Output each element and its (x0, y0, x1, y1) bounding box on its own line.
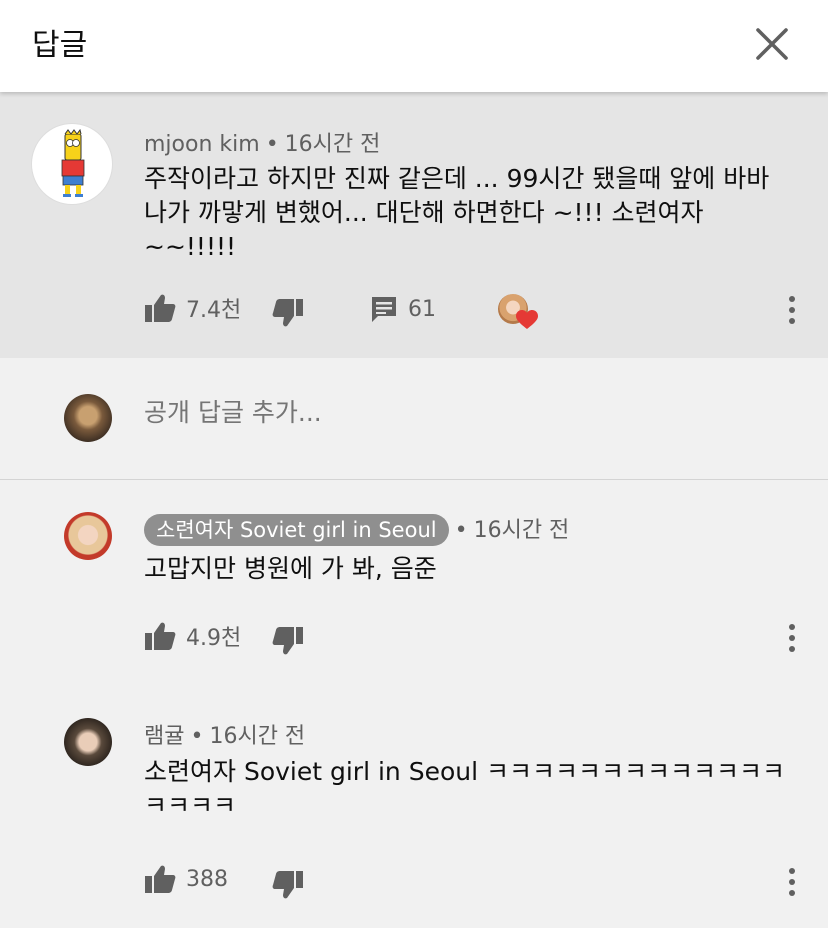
like-button[interactable]: 7.4천 (144, 292, 241, 324)
comment-text-line: 주작이라고 하지만 진짜 같은데 ... 99시간 됐을때 앞에 바바 (144, 164, 770, 193)
like-button[interactable]: 4.9천 (144, 620, 241, 652)
comment-text-line: ~~!!!!! (144, 232, 237, 261)
like-count: 388 (186, 866, 228, 892)
close-icon[interactable] (752, 24, 792, 64)
reply-text-line: ㅋㅋㅋㅋ (144, 791, 237, 820)
thumbs-down-icon[interactable] (272, 626, 304, 656)
reply-meta: 램귤 • 16시간 전 (144, 724, 306, 749)
thumbs-up-icon (145, 294, 176, 322)
reply-input-bar (0, 358, 828, 480)
reply-time[interactable]: 16시간 전 (474, 518, 570, 543)
avatar[interactable] (32, 124, 112, 204)
reply-text-line: 고맙지만 병원에 가 봐, 음준 (144, 554, 437, 583)
thumbs-up-icon (145, 622, 176, 650)
comment-time[interactable]: 16시간 전 (285, 132, 381, 157)
thumbs-down-icon[interactable] (272, 870, 304, 900)
reply-count-button[interactable]: 61 (370, 295, 436, 323)
more-options-icon[interactable] (786, 623, 798, 653)
reply-text-line: 소련여자 Soviet girl in Seoul ㅋㅋㅋㅋㅋㅋㅋㅋㅋㅋㅋㅋㅋ (144, 757, 785, 786)
thumbs-down-icon[interactable] (272, 298, 304, 328)
more-options-icon[interactable] (786, 867, 798, 897)
reply-avatar[interactable] (64, 512, 112, 560)
divider (0, 479, 828, 480)
cartoon-character-icon (61, 128, 85, 197)
like-count: 4.9천 (186, 626, 242, 651)
like-count: 7.4천 (186, 298, 242, 323)
header: 답글 (0, 0, 828, 92)
reply-meta: 소련여자 Soviet girl in Seoul • 16시간 전 (144, 512, 569, 546)
comment-icon (372, 297, 396, 322)
main-comment: mjoon kim • 16시간 전 주작이라고 하지만 진짜 같은데 ... 99… (0, 92, 828, 358)
heart-icon (516, 310, 538, 329)
comment-text-line: 나가 까맣게 변했어... 대단해 하면한다 ~!!! 소련여자 (144, 198, 704, 227)
reply-text: 고맙지만 병원에 가 봐, 음준 (144, 552, 437, 586)
comment-author[interactable]: mjoon kim (144, 132, 260, 157)
like-button[interactable]: 388 (144, 864, 228, 894)
reply-time[interactable]: 16시간 전 (209, 724, 305, 749)
creator-badge[interactable]: 소련여자 Soviet girl in Seoul (144, 514, 449, 546)
comment-text: 주작이라고 하지만 진짜 같은데 ... 99시간 됐을때 앞에 바바 나가 까… (144, 162, 769, 264)
comment-meta: mjoon kim • 16시간 전 (144, 132, 381, 157)
reply-author[interactable]: 램귤 (144, 724, 184, 749)
page-title: 답글 (32, 28, 88, 63)
more-options-icon[interactable] (786, 295, 798, 325)
reply-avatar[interactable] (64, 718, 112, 766)
user-avatar (64, 394, 112, 442)
reply-input[interactable] (144, 398, 744, 427)
reply-count: 61 (408, 296, 436, 322)
thumbs-up-icon (145, 865, 176, 893)
creator-heart (498, 294, 538, 334)
reply-text: 소련여자 Soviet girl in Seoul ㅋㅋㅋㅋㅋㅋㅋㅋㅋㅋㅋㅋㅋ … (144, 755, 785, 823)
